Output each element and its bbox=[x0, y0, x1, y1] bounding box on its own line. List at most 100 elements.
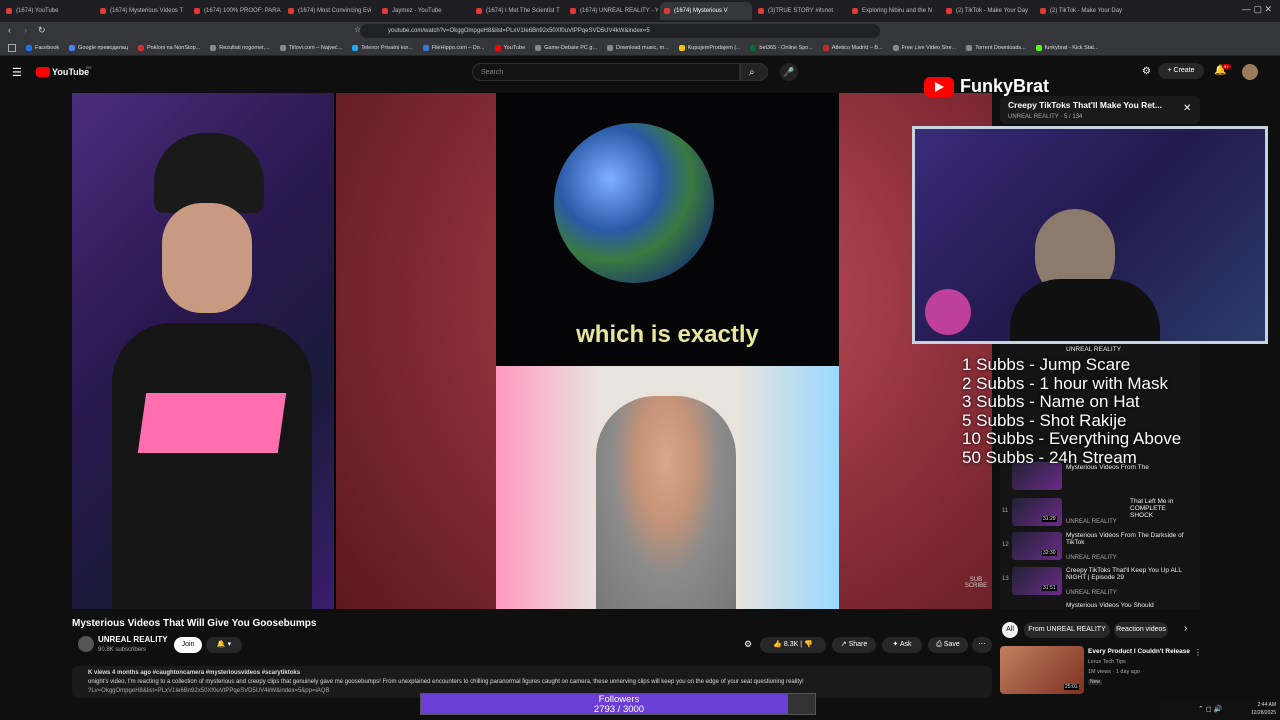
chevron-right-icon[interactable]: › bbox=[1184, 623, 1187, 634]
voice-search-icon[interactable]: 🎤 bbox=[780, 63, 798, 81]
bookmark-favicon-icon bbox=[138, 44, 145, 51]
youtube-logo-icon[interactable] bbox=[36, 67, 50, 77]
save-button[interactable]: ⎙ Save bbox=[928, 637, 968, 653]
avatar[interactable] bbox=[1242, 64, 1258, 80]
browser-tab[interactable]: (1674) Mysterious Videos T bbox=[96, 2, 188, 20]
bookmark-item[interactable]: Telenor Privatni kor... bbox=[352, 44, 413, 51]
playlist-title[interactable]: Creepy TikToks That'll Make You Ret... bbox=[1008, 100, 1162, 110]
close-icon[interactable]: ✕ bbox=[1183, 103, 1191, 114]
bookmark-favicon-icon bbox=[1035, 44, 1042, 51]
browser-tab[interactable]: (1674) YouTube bbox=[2, 2, 94, 20]
bookmark-item[interactable]: Rezultati nogomet,... bbox=[210, 44, 270, 51]
duration-badge: 31:51 bbox=[1042, 585, 1057, 591]
playlist-item-channel[interactable]: UNREAL REALITY bbox=[1066, 519, 1117, 525]
video-player[interactable]: which is exactly SUB SCRIBE bbox=[72, 93, 992, 609]
bookmark-item[interactable]: Game-Debate PC g... bbox=[535, 44, 597, 51]
bookmark-item[interactable]: KupujemProdajem |... bbox=[678, 44, 740, 51]
more-vert-icon[interactable]: ⋮ bbox=[1194, 648, 1202, 657]
browser-tab[interactable]: (2) TikTok - Make Your Day bbox=[1036, 2, 1128, 20]
bookmark-item[interactable]: Titlovi.com – Najveć... bbox=[279, 44, 342, 51]
followers-label-group: Followers 2793 / 3000 bbox=[421, 695, 817, 715]
playlist-item-title[interactable]: Mysterious Videos You Should bbox=[1066, 602, 1186, 609]
gear-icon[interactable]: ⚙ bbox=[744, 639, 752, 650]
browser-tab[interactable]: (1674) Mysterious V bbox=[660, 2, 752, 20]
url-bar[interactable]: youtube.com/watch?v=OkggOmpgeH8&list=PLx… bbox=[360, 24, 880, 38]
youtube-logo-text[interactable]: YouTube bbox=[52, 67, 89, 77]
bookmark-item[interactable]: Google преводилац bbox=[69, 44, 129, 51]
sub-goal: 2 Subbs - 1 hour with Mask bbox=[962, 373, 1168, 393]
menu-icon[interactable]: ☰ bbox=[12, 66, 22, 79]
join-button[interactable]: Join bbox=[174, 637, 202, 653]
duration-badge: 31:29 bbox=[1042, 516, 1057, 522]
playlist-item-title[interactable]: Creepy TikToks That'll Keep You Up ALL N… bbox=[1066, 567, 1186, 581]
chip-from-channel[interactable]: From UNREAL REALITY bbox=[1024, 622, 1110, 638]
bookmark-item[interactable]: Download music, m... bbox=[607, 44, 669, 51]
bookmark-item[interactable]: Atletico Madrid – B... bbox=[822, 44, 883, 51]
browser-tab-label: (1674) Most Convincing Evi bbox=[298, 8, 372, 14]
tab-favicon-icon bbox=[758, 8, 764, 14]
subscribed-button[interactable]: 🔔 ▾ bbox=[206, 637, 242, 653]
recommended-title[interactable]: Every Product I Couldn't Release bbox=[1088, 648, 1190, 655]
taskbar-tray: 2:44 AM 12/28/2025 ⌃ ◻ 🔊 bbox=[1160, 700, 1280, 720]
bookmark-item[interactable]: Torrent Downloads... bbox=[966, 44, 1026, 51]
ask-button[interactable]: ✦ Ask bbox=[882, 637, 922, 653]
playlist-item-title[interactable]: That Left Me in COMPLETE SHOCK bbox=[1130, 498, 1190, 519]
thumbs-up-icon[interactable]: 👍 bbox=[773, 641, 784, 648]
description-link[interactable]: ?Lv=OkggOmpgeH8&list=PLxV1Ie6Bn92x50Xf0u… bbox=[88, 688, 329, 694]
upload-icon[interactable]: ⚙ bbox=[1142, 66, 1151, 77]
bookmark-item[interactable]: FileHippo.com – Do... bbox=[422, 44, 485, 51]
shirt bbox=[112, 323, 312, 609]
new-badge: New bbox=[1088, 679, 1103, 685]
browser-tab[interactable]: (1674) UNREAL REALITY - Y bbox=[566, 2, 658, 20]
channel-avatar[interactable] bbox=[78, 636, 94, 652]
tray-icons[interactable]: ⌃ ◻ 🔊 bbox=[1198, 705, 1222, 713]
search-input[interactable]: Search bbox=[472, 63, 740, 81]
browser-tab[interactable]: (1674) Most Convincing Evi bbox=[284, 2, 376, 20]
playlist-item-title[interactable]: UNREAL REALITY bbox=[1066, 346, 1186, 353]
browser-tab[interactable]: Exploring Nibiru and the N bbox=[848, 2, 940, 20]
cap bbox=[154, 133, 264, 213]
window-controls[interactable]: — ▢ ✕ bbox=[1242, 4, 1272, 15]
more-actions-button[interactable]: ⋯ bbox=[972, 637, 992, 653]
browser-tab[interactable]: (3)TRUE STORY #itsnot bbox=[754, 2, 846, 20]
bookmark-item[interactable]: Facebook bbox=[26, 44, 59, 51]
bookmark-item[interactable]: funkybrat - Kick Stat... bbox=[1035, 44, 1099, 51]
bookmark-label: Google преводилац bbox=[78, 44, 129, 51]
back-icon[interactable]: ‹ bbox=[8, 25, 11, 35]
apps-grid-icon[interactable] bbox=[8, 44, 16, 52]
subscribe-watermark[interactable]: SUB SCRIBE bbox=[964, 577, 988, 589]
chip-reaction-videos[interactable]: Reaction videos bbox=[1114, 622, 1168, 638]
shirt-print bbox=[137, 393, 287, 453]
bookmark-favicon-icon bbox=[69, 44, 76, 51]
channel-name[interactable]: UNREAL REALITY bbox=[98, 635, 168, 644]
playlist-index: 11 bbox=[1002, 508, 1009, 514]
chip-all[interactable]: All bbox=[1002, 622, 1018, 638]
bookmark-label: Pokloni na NonStop... bbox=[147, 44, 201, 51]
browser-tab[interactable]: Jaymez - YouTube bbox=[378, 2, 470, 20]
browser-tab[interactable]: (2) TikTok - Make Your Day bbox=[942, 2, 1034, 20]
bookmark-item[interactable]: YouTube bbox=[494, 44, 525, 51]
like-dislike-group[interactable]: 👍 8.3K | 👎 bbox=[760, 637, 826, 653]
bookmark-label: Free Live Video Stre... bbox=[901, 44, 957, 51]
forward-icon[interactable]: › bbox=[24, 25, 27, 35]
reload-icon[interactable]: ↻ bbox=[38, 25, 46, 36]
playlist-item-channel[interactable]: UNREAL REALITY bbox=[1066, 590, 1117, 596]
bookmark-item[interactable]: Free Live Video Stre... bbox=[892, 44, 957, 51]
playlist-item-title[interactable]: Mysterious Videos From The Darkside of T… bbox=[1066, 532, 1186, 546]
search-button[interactable]: ⌕ bbox=[740, 63, 768, 81]
reactor-webcam bbox=[72, 93, 334, 609]
browser-tab[interactable]: (1674) 100% PROOF: PARA bbox=[190, 2, 282, 20]
playlist-item-channel[interactable]: UNREAL REALITY bbox=[1066, 555, 1117, 561]
share-button[interactable]: ↗ Share bbox=[832, 637, 876, 653]
browser-tab-bar: (1674) YouTube (1674) Mysterious Videos T… bbox=[0, 0, 1280, 22]
tab-favicon-icon bbox=[6, 8, 12, 14]
recommended-channel[interactable]: Linus Tech Tips bbox=[1088, 659, 1126, 665]
browser-tab[interactable]: (1674) I Met The Scientist T bbox=[472, 2, 564, 20]
bookmark-item[interactable]: Pokloni na NonStop... bbox=[138, 44, 201, 51]
clock-time[interactable]: 2:44 AM bbox=[1240, 702, 1276, 708]
create-button[interactable]: + Create bbox=[1158, 63, 1204, 79]
bookmark-item[interactable]: bet365 - Online Spo... bbox=[750, 44, 813, 51]
clock-date[interactable]: 12/28/2025 bbox=[1240, 710, 1276, 716]
bookmark-favicon-icon bbox=[678, 44, 685, 51]
thumbs-down-icon[interactable]: | 👎 bbox=[798, 641, 813, 648]
